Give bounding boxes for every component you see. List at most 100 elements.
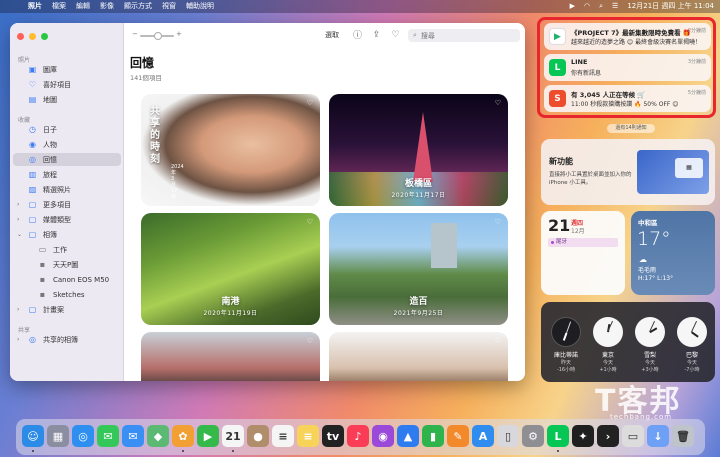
sidebar-item-people[interactable]: ◉ 人物 bbox=[13, 138, 121, 151]
sidebar-item-label: 回憶 bbox=[43, 155, 57, 164]
heart-icon[interactable]: ♡ bbox=[390, 29, 401, 40]
sidebar-item-library[interactable]: ▣ 圖庫 bbox=[13, 63, 121, 76]
trash-icon[interactable]: 🗑 bbox=[672, 425, 694, 447]
calendar-widget[interactable]: 21 週四 12月 尾牙 bbox=[541, 211, 625, 295]
numbers-icon[interactable]: ▮ bbox=[422, 425, 444, 447]
system-settings-icon[interactable]: ⚙ bbox=[522, 425, 544, 447]
menu-clock[interactable]: 12月21日 週四 上午 11:04 bbox=[627, 0, 714, 13]
search-input[interactable] bbox=[420, 31, 511, 40]
favorite-icon[interactable]: ♡ bbox=[495, 99, 501, 107]
menu-image[interactable]: 影像 bbox=[100, 0, 114, 13]
chevron-right-icon[interactable]: › bbox=[17, 216, 19, 223]
notification-project7[interactable]: ▶ 《PROJECT 7》最新集數限時免費看 🎁 越來越近的造夢之路 😊 最終會… bbox=[544, 23, 711, 50]
sidebar-item-shared-albums[interactable]: › ◎ 共享的相簿 bbox=[13, 333, 121, 346]
mail-icon[interactable]: ✉ bbox=[122, 425, 144, 447]
sidebar-item-album-work[interactable]: ▭ 工作 bbox=[13, 243, 121, 256]
wifi-icon[interactable]: ◠ bbox=[584, 0, 590, 13]
world-clock-widget[interactable]: 庫比蒂諾 昨天 -16小時 東京 今天 +1小時 雪梨 今天 +3小時 巴黎 今… bbox=[541, 302, 715, 382]
zoom-button[interactable] bbox=[41, 33, 48, 40]
memory-card[interactable]: ♡ bbox=[329, 332, 508, 381]
line-icon[interactable]: L bbox=[547, 425, 569, 447]
notification-line[interactable]: L LINE 你有新訊息 3分鐘前 bbox=[544, 54, 711, 81]
album-thumb-icon: ▪ bbox=[39, 260, 46, 269]
zoom-slider[interactable]: − + bbox=[132, 30, 182, 40]
weather-widget[interactable]: 中和區 17° ☁ 毛毛雨 H:17° L:13° bbox=[631, 211, 715, 295]
zoom-out-icon[interactable]: − bbox=[132, 30, 138, 38]
sidebar-item-days[interactable]: ◷ 日子 bbox=[13, 123, 121, 136]
info-icon[interactable]: ⓘ bbox=[352, 29, 363, 41]
menu-file[interactable]: 檔案 bbox=[52, 0, 66, 13]
chevron-right-icon[interactable]: › bbox=[17, 306, 19, 313]
more-notifications-button[interactable]: 還有14則通知 bbox=[607, 124, 655, 133]
calendar-icon[interactable]: 21 bbox=[222, 425, 244, 447]
reminders-icon[interactable]: ≡ bbox=[272, 425, 294, 447]
safari-icon[interactable]: ◎ bbox=[72, 425, 94, 447]
finder-icon[interactable]: ☺ bbox=[22, 425, 44, 447]
menu-view[interactable]: 顯示方式 bbox=[124, 0, 152, 13]
sidebar-item-projects[interactable]: › ▢ 計畫案 bbox=[13, 303, 121, 316]
favorite-icon[interactable]: ♡ bbox=[307, 337, 313, 345]
select-button[interactable]: 選取 bbox=[325, 30, 339, 40]
clock-city: 東京 bbox=[601, 352, 614, 359]
search-icon[interactable]: ⌕ bbox=[599, 0, 603, 13]
photos-icon[interactable]: ✿ bbox=[172, 425, 194, 447]
sidebar-item-album-sketches[interactable]: ▪ Sketches bbox=[13, 288, 121, 301]
favorite-icon[interactable]: ♡ bbox=[307, 218, 313, 226]
widget-preview-icon: ▦ bbox=[675, 158, 703, 178]
facetime-icon[interactable]: ▶ bbox=[197, 425, 219, 447]
menu-app-name[interactable]: 照片 bbox=[28, 0, 42, 13]
keynote-icon[interactable]: ▲ bbox=[397, 425, 419, 447]
sidebar-item-memories[interactable]: ◎ 回憶 bbox=[13, 153, 121, 166]
favorite-icon[interactable]: ♡ bbox=[495, 218, 501, 226]
notification-shopee[interactable]: S 有 3,045 人正在等候 🛒 11:00 秒殺款搶購按讚 🔥 50% OF… bbox=[544, 85, 711, 112]
control-center-icon[interactable]: ☰ bbox=[612, 0, 618, 13]
terminal-icon[interactable]: › bbox=[597, 425, 619, 447]
favorite-icon[interactable]: ♡ bbox=[307, 99, 313, 107]
launchpad-icon[interactable]: ▦ bbox=[47, 425, 69, 447]
messages-icon[interactable]: ✉ bbox=[97, 425, 119, 447]
chevron-right-icon[interactable]: › bbox=[17, 201, 19, 208]
chevron-down-icon[interactable]: ⌄ bbox=[17, 231, 22, 238]
favorite-icon[interactable]: ♡ bbox=[495, 337, 501, 345]
clock-city: 巴黎 bbox=[685, 352, 698, 359]
sidebar-item-more[interactable]: › ▢ 更多項目 bbox=[13, 198, 121, 211]
menu-edit[interactable]: 編輯 bbox=[76, 0, 90, 13]
pages-icon[interactable]: ✎ bbox=[447, 425, 469, 447]
share-icon[interactable]: ⇪ bbox=[371, 29, 382, 40]
memory-card[interactable]: ♡ 南港 2020年11月19日 bbox=[141, 213, 320, 325]
sidebar-item-media-types[interactable]: › ▢ 媒體類型 bbox=[13, 213, 121, 226]
contacts-icon[interactable]: ● bbox=[247, 425, 269, 447]
podcasts-icon[interactable]: ◉ bbox=[372, 425, 394, 447]
sidebar-item-favorites[interactable]: ♡ 喜好項目 bbox=[13, 78, 121, 91]
sidebar-item-map[interactable]: ▤ 地圖 bbox=[13, 93, 121, 106]
notes-icon[interactable]: ≡ bbox=[297, 425, 319, 447]
downloads-icon[interactable]: ↓ bbox=[647, 425, 669, 447]
zoom-in-icon[interactable]: + bbox=[176, 30, 182, 38]
sidebar-item-albums[interactable]: ⌄ ▢ 相簿 bbox=[13, 228, 121, 241]
chatgpt-icon[interactable]: ✦ bbox=[572, 425, 594, 447]
music-icon[interactable]: ♪ bbox=[347, 425, 369, 447]
preview-icon[interactable]: ▭ bbox=[622, 425, 644, 447]
search-field[interactable]: ⌕ bbox=[408, 29, 520, 42]
sidebar-item-featured[interactable]: ▨ 精選照片 bbox=[13, 183, 121, 196]
sidebar-item-album-day[interactable]: ▪ 天天P圖 bbox=[13, 258, 121, 271]
memory-card[interactable]: 共享的時刻 2024年3月17日 ♡ bbox=[141, 94, 320, 206]
tv-icon[interactable]: tv bbox=[322, 425, 344, 447]
memory-card[interactable]: ♡ 板橋區 2020年11月17日 bbox=[329, 94, 508, 206]
control-icon[interactable]: ▶ bbox=[570, 0, 575, 13]
memory-card[interactable]: ♡ bbox=[141, 332, 320, 381]
menu-window[interactable]: 視窗 bbox=[162, 0, 176, 13]
close-button[interactable] bbox=[17, 33, 24, 40]
memory-card[interactable]: ♡ 造百 2021年9月25日 bbox=[329, 213, 508, 325]
sidebar-item-album-canon[interactable]: ▪ Canon EOS M50 bbox=[13, 273, 121, 286]
app-store-icon[interactable]: A bbox=[472, 425, 494, 447]
new-feature-widget[interactable]: 新功能 直接將小工具置於桌面並加入你的 iPhone 小工具。 ▦ bbox=[541, 139, 715, 205]
minimize-button[interactable] bbox=[29, 33, 36, 40]
maps-icon[interactable]: ◆ bbox=[147, 425, 169, 447]
sidebar-item-trips[interactable]: ▥ 旅程 bbox=[13, 168, 121, 181]
menu-help[interactable]: 輔助說明 bbox=[186, 0, 214, 13]
calendar-event[interactable]: 尾牙 bbox=[548, 238, 618, 247]
chevron-right-icon[interactable]: › bbox=[17, 336, 19, 343]
zoom-knob[interactable] bbox=[154, 32, 162, 40]
iphone-mirroring-icon[interactable]: ▯ bbox=[497, 425, 519, 447]
